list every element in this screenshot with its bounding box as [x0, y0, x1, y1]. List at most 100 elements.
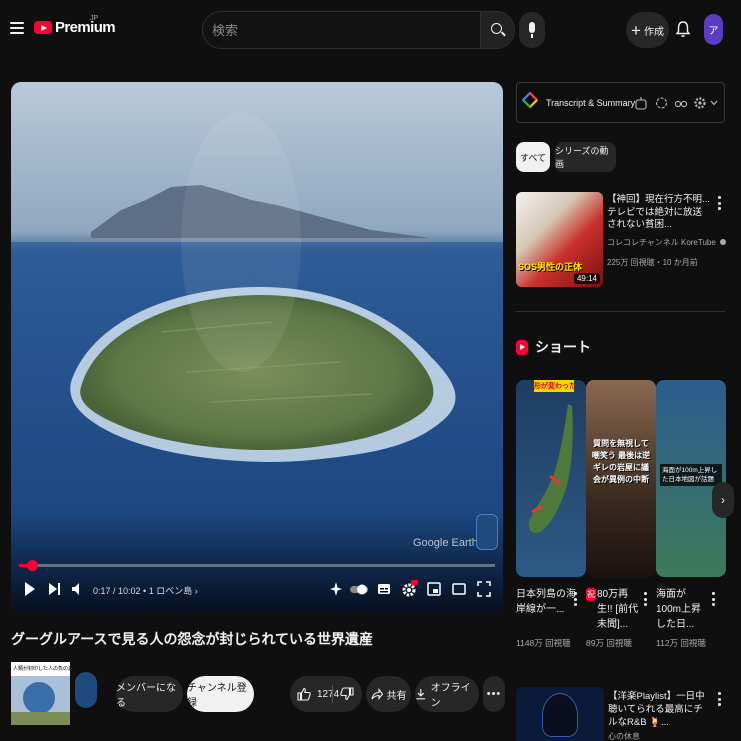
- short-views: 89万 回視聴: [586, 638, 632, 648]
- glasses-icon[interactable]: [674, 97, 688, 109]
- fullscreen-icon[interactable]: [477, 580, 491, 598]
- volume-icon[interactable]: [71, 580, 85, 598]
- chip-all-label: すべて: [519, 152, 546, 163]
- next-icon[interactable]: [48, 580, 62, 598]
- chip-series[interactable]: シリーズの動画: [555, 142, 616, 172]
- thumbs-up-icon[interactable]: [297, 687, 311, 701]
- like-divider: [332, 685, 333, 703]
- logo-text: Premium: [55, 19, 116, 36]
- account-avatar[interactable]: ア: [704, 14, 723, 45]
- channel-avatar[interactable]: [75, 672, 97, 708]
- youtube-logo-icon: [34, 21, 52, 34]
- short-badge: 祝: [586, 588, 596, 601]
- top-bar: Premium JP + 作成 ア: [0, 0, 741, 62]
- playlist-channel: 心の休息: [608, 732, 640, 741]
- channel-thumb-caption: 人類が封印した人の負の遺産: [11, 662, 70, 676]
- play-icon[interactable]: [23, 580, 37, 598]
- thumbs-down-icon[interactable]: [340, 687, 354, 701]
- globe-image: [23, 682, 55, 714]
- short-overlay-text: 質問を無視して嘲笑う 最後は逆ギレの岩屋に議会が異例の中断: [591, 439, 651, 484]
- gear-icon[interactable]: [693, 96, 707, 110]
- like-count[interactable]: 1274: [317, 689, 339, 700]
- short-title[interactable]: 80万再生!! [前代未聞]...: [597, 587, 643, 632]
- short-overlay-text: 形が変わった: [534, 383, 576, 390]
- create-label: 作成: [643, 26, 664, 38]
- chip-all[interactable]: すべて: [516, 142, 550, 172]
- create-button[interactable]: + 作成: [626, 12, 669, 48]
- chevron-down-icon[interactable]: [710, 99, 718, 107]
- related-thumb-caption: SOS男性の正体: [518, 262, 583, 272]
- playlist-thumbnail[interactable]: [516, 687, 604, 741]
- short-views: 112万 回視聴: [656, 638, 706, 648]
- chevron-right-icon: ›: [721, 493, 725, 507]
- subscribe-label: チャンネル登録: [187, 683, 247, 709]
- notifications-bell-icon[interactable]: [675, 20, 691, 38]
- channel-thumbnail[interactable]: 人類が封印した人の負の遺産: [11, 662, 70, 725]
- short-more-icon[interactable]: [574, 592, 577, 609]
- playlist-title[interactable]: 【洋楽Playlist】一日中聴いてられる最高にチルなR&B 🍹...: [608, 690, 712, 729]
- more-horizontal-icon: •••: [486, 688, 502, 700]
- sparkle-icon[interactable]: [329, 580, 343, 598]
- short-title[interactable]: 海面が100m上昇した日...: [656, 587, 706, 632]
- settings-gear-icon[interactable]: [402, 580, 418, 598]
- short-card[interactable]: 海面が100m上昇した日本地図が話題: [656, 380, 726, 577]
- verified-check-icon: [720, 239, 727, 245]
- progress-bar[interactable]: [19, 560, 495, 571]
- miniplayer-icon[interactable]: [427, 580, 441, 598]
- shorts-heading: ショート: [535, 339, 591, 355]
- short-more-icon[interactable]: [712, 592, 715, 609]
- voice-search-button[interactable]: [519, 12, 545, 48]
- download-icon: [416, 689, 426, 700]
- playlist-more-icon[interactable]: [718, 692, 721, 709]
- ground-image: [11, 712, 70, 725]
- video-title: グーグルアースで見る人の怨念が封じられている世界遺産: [11, 631, 374, 647]
- related-more-icon[interactable]: [718, 196, 721, 213]
- robot-icon[interactable]: [635, 96, 647, 110]
- search-button[interactable]: [480, 12, 514, 48]
- related-channel-name: コレコレチャンネル KoreTube: [607, 238, 716, 247]
- video-duration: 49:14: [573, 273, 600, 284]
- more-actions-button[interactable]: •••: [483, 676, 505, 712]
- join-member-button[interactable]: メンバーになる: [116, 676, 183, 712]
- share-button[interactable]: 共有: [366, 676, 411, 712]
- section-divider: [516, 311, 725, 312]
- short-card[interactable]: 質問を無視して嘲笑う 最後は逆ギレの岩屋に議会が異例の中断: [586, 380, 656, 577]
- subtitles-icon[interactable]: [377, 580, 391, 598]
- short-card[interactable]: 形が変わった: [516, 380, 586, 577]
- google-earth-watermark: Google Earth: [413, 537, 478, 549]
- video-player[interactable]: Google Earth 0:17 / 10:02 • 1 ロベン島 ›: [11, 82, 503, 613]
- short-title[interactable]: 日本列島の海岸線が一...: [516, 587, 578, 617]
- related-video-channel[interactable]: コレコレチャンネル KoreTube: [607, 237, 727, 248]
- share-label: 共有: [386, 690, 407, 702]
- share-icon: [370, 688, 383, 700]
- subscribe-button[interactable]: チャンネル登録: [187, 676, 254, 712]
- related-video-meta: 225万 回視聴・10 か月前: [607, 258, 698, 267]
- video-frame: [11, 82, 503, 613]
- shorts-next-button[interactable]: ›: [712, 482, 734, 518]
- short-overlay-text: 海面が100m上昇した日本地図が話題: [660, 464, 722, 486]
- like-dislike-group: 1274: [290, 676, 362, 712]
- plus-icon: +: [631, 20, 641, 40]
- menu-icon[interactable]: [10, 22, 24, 34]
- search-icon: [491, 23, 502, 34]
- chatgpt-icon[interactable]: [655, 96, 668, 110]
- shorts-header: ショート: [516, 337, 591, 357]
- autoplay-toggle[interactable]: [349, 580, 369, 598]
- extension-logo-icon: [522, 91, 538, 109]
- related-video-title[interactable]: 【神回】現在行方不明...テレビでは絶対に放送されない貧困...: [607, 194, 711, 232]
- channel-watermark-icon[interactable]: [476, 514, 498, 550]
- transcript-extension-bar[interactable]: Transcript & Summary: [516, 82, 725, 123]
- japan-map-image: [528, 404, 573, 534]
- youtube-premium-logo[interactable]: Premium: [34, 19, 116, 36]
- search-input[interactable]: [203, 12, 481, 48]
- related-video-thumbnail[interactable]: SOS男性の正体 49:14: [516, 192, 603, 287]
- playlist-thumb-figure: [542, 693, 578, 737]
- theater-mode-icon[interactable]: [452, 580, 466, 598]
- offline-download-button[interactable]: オフライン: [415, 676, 479, 712]
- short-more-icon[interactable]: [644, 592, 647, 609]
- chip-series-label: シリーズの動画: [555, 146, 609, 169]
- offline-label: オフライン: [430, 683, 471, 709]
- shorts-logo-icon: [516, 339, 528, 355]
- microphone-icon: [529, 22, 535, 38]
- time-display[interactable]: 0:17 / 10:02 • 1 ロベン島 ›: [93, 584, 198, 597]
